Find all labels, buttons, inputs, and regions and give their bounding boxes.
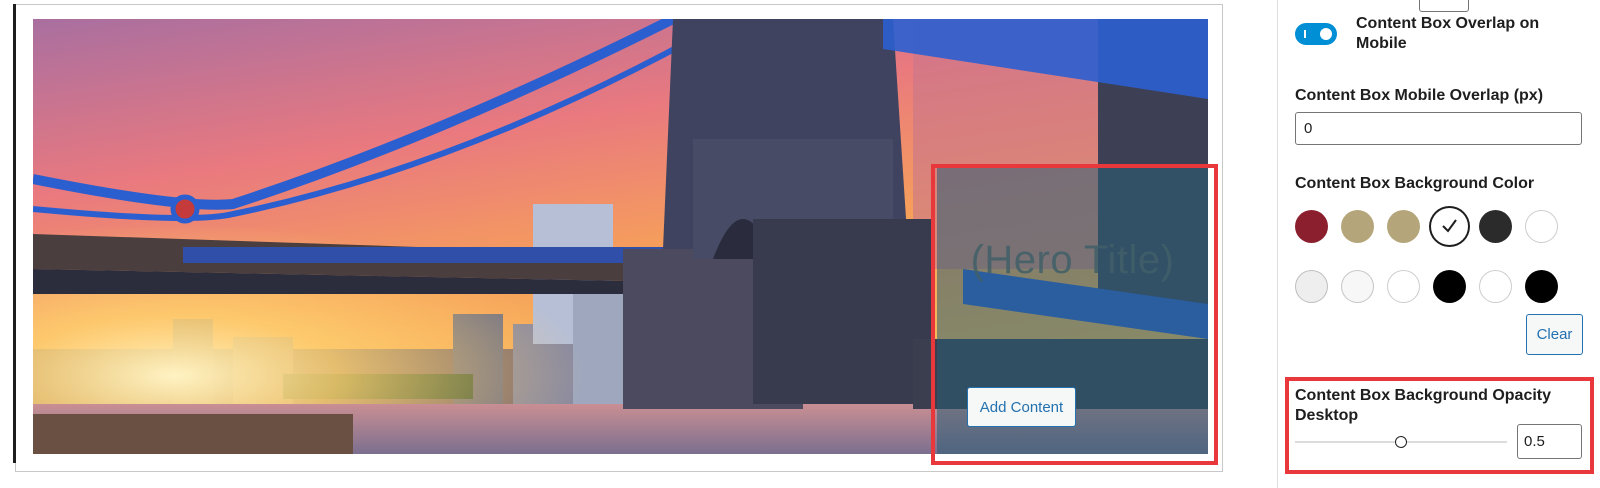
opacity-desktop-label: Content Box Background Opacity Desktop — [1295, 387, 1552, 424]
mobile-overlap-input[interactable] — [1295, 112, 1582, 145]
toggle-on-indicator — [1304, 30, 1306, 38]
color-swatch[interactable] — [1479, 210, 1512, 243]
block-selection-bar — [13, 4, 16, 463]
opacity-slider[interactable] — [1295, 432, 1507, 452]
color-swatch[interactable] — [1387, 270, 1420, 303]
editor-canvas: (Hero Title) Add Content — [0, 0, 1250, 488]
color-swatch[interactable] — [1525, 210, 1558, 243]
color-swatch[interactable] — [1295, 210, 1328, 243]
color-swatch[interactable] — [1479, 270, 1512, 303]
slider-handle[interactable] — [1395, 436, 1407, 448]
overlap-mobile-label: Content Box Overlap on Mobile — [1356, 15, 1540, 52]
clear-color-button[interactable]: Clear — [1526, 314, 1583, 355]
color-swatch[interactable] — [1433, 270, 1466, 303]
check-icon — [1442, 219, 1457, 233]
background-color-label: Content Box Background Color — [1295, 175, 1535, 192]
color-swatch[interactable] — [1295, 270, 1328, 303]
color-swatch[interactable] — [1433, 210, 1466, 243]
color-swatch[interactable] — [1341, 270, 1374, 303]
mobile-overlap-label: Content Box Mobile Overlap (px) — [1295, 87, 1544, 104]
color-swatch[interactable] — [1341, 210, 1374, 243]
opacity-input[interactable] — [1517, 424, 1582, 459]
add-content-button[interactable]: Add Content — [967, 387, 1076, 427]
previous-field-input[interactable] — [1419, 0, 1469, 12]
color-swatch[interactable] — [1525, 270, 1558, 303]
toggle-knob — [1320, 28, 1332, 40]
color-swatch[interactable] — [1387, 210, 1420, 243]
hero-title[interactable]: (Hero Title) — [937, 238, 1208, 283]
settings-sidebar: Content Box Overlap on Mobile Content Bo… — [1277, 0, 1600, 488]
overlap-mobile-toggle[interactable] — [1295, 23, 1337, 45]
